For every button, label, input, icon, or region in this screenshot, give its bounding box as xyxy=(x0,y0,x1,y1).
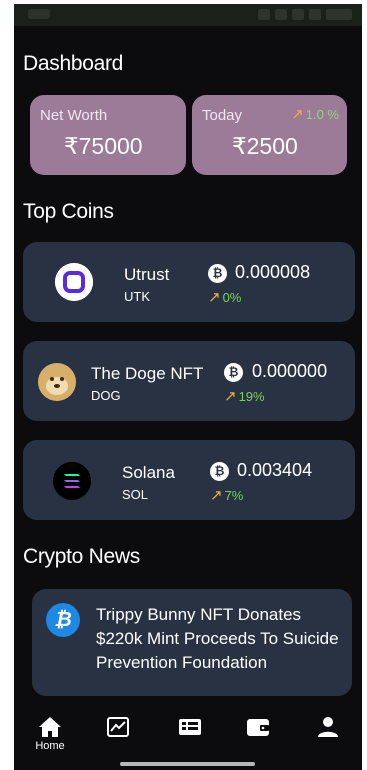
coin-change-value: 19% xyxy=(238,389,265,404)
home-indicator[interactable] xyxy=(120,762,255,766)
trend-up-icon: ↗ xyxy=(291,106,304,123)
nav-home-label: Home xyxy=(35,740,65,752)
coin-change: ↗ 0% xyxy=(208,290,241,305)
coin-price: 0.003404 xyxy=(237,460,313,480)
coin-name: Solana xyxy=(122,463,175,482)
trend-up-icon: ↗ xyxy=(208,289,221,306)
utrust-logo-icon xyxy=(55,263,93,301)
coin-price: 0.000008 xyxy=(235,262,311,282)
today-change-value: 1.0 % xyxy=(305,107,339,122)
nav-wallet[interactable] xyxy=(238,716,278,756)
battery-icon xyxy=(326,9,352,20)
today-label: Today xyxy=(202,107,243,124)
bitcoin-news-icon: ₿ xyxy=(46,603,80,637)
news-list-icon xyxy=(179,719,201,735)
coin-name: The Doge NFT xyxy=(91,364,204,383)
coin-change: ↗ 7% xyxy=(210,488,243,503)
wifi-icon xyxy=(292,9,304,20)
home-icon xyxy=(39,717,61,737)
coin-card-doge-nft[interactable]: The Doge NFT DOG ₿ 0.000000 ↗ 19% xyxy=(23,341,355,421)
dashboard-title: Dashboard xyxy=(23,52,124,75)
coin-symbol: SOL xyxy=(122,487,149,502)
coin-change: ↗ 19% xyxy=(224,389,265,404)
nav-chart[interactable] xyxy=(98,716,138,756)
coin-card-solana[interactable]: Solana SOL ₿ 0.003404 ↗ 7% xyxy=(23,440,355,520)
trend-up-icon: ↗ xyxy=(224,388,237,405)
today-change: ↗ 1.0 % xyxy=(291,107,339,122)
doge-logo-icon xyxy=(38,363,76,401)
profile-icon xyxy=(318,717,338,737)
nav-news[interactable] xyxy=(170,716,210,756)
nav-home[interactable]: Home xyxy=(30,716,70,756)
coin-symbol: DOG xyxy=(91,388,121,403)
solana-logo-icon xyxy=(53,462,91,500)
news-headline: Trippy Bunny NFT Donates $220k Mint Proc… xyxy=(96,605,339,672)
status-icons xyxy=(258,9,352,20)
crypto-news-title: Crypto News xyxy=(23,545,140,568)
signal-icon xyxy=(309,9,321,20)
wallet-icon xyxy=(247,719,269,736)
nav-profile[interactable] xyxy=(308,716,348,756)
top-coins-title: Top Coins xyxy=(23,200,114,223)
coin-symbol: UTK xyxy=(124,289,150,304)
news-card[interactable]: ₿ Trippy Bunny NFT Donates $220k Mint Pr… xyxy=(32,589,352,696)
bitcoin-icon: ₿ xyxy=(210,462,229,481)
status-bar xyxy=(14,4,362,26)
bitcoin-icon: ₿ xyxy=(224,363,243,382)
silent-icon xyxy=(275,9,287,20)
bottom-nav: Home xyxy=(14,708,362,770)
net-worth-card[interactable]: Net Worth ₹75000 xyxy=(30,95,186,175)
coin-change-value: 7% xyxy=(224,488,244,503)
today-value: ₹2500 xyxy=(232,133,298,159)
coin-change-value: 0% xyxy=(222,290,242,305)
app-screen: Dashboard Net Worth ₹75000 Today ↗ 1.0 %… xyxy=(14,4,362,770)
today-card[interactable]: Today ↗ 1.0 % ₹2500 xyxy=(192,95,347,175)
coin-price: 0.000000 xyxy=(252,361,328,381)
status-time-placeholder xyxy=(28,9,50,19)
bitcoin-icon: ₿ xyxy=(208,264,227,283)
net-worth-label: Net Worth xyxy=(40,107,108,124)
notification-icon xyxy=(258,9,270,20)
coin-card-utrust[interactable]: Utrust UTK ₿ 0.000008 ↗ 0% xyxy=(23,242,355,322)
trend-up-icon: ↗ xyxy=(210,487,223,504)
coin-name: Utrust xyxy=(124,265,170,284)
chart-icon xyxy=(107,717,129,737)
net-worth-value: ₹75000 xyxy=(64,133,143,159)
